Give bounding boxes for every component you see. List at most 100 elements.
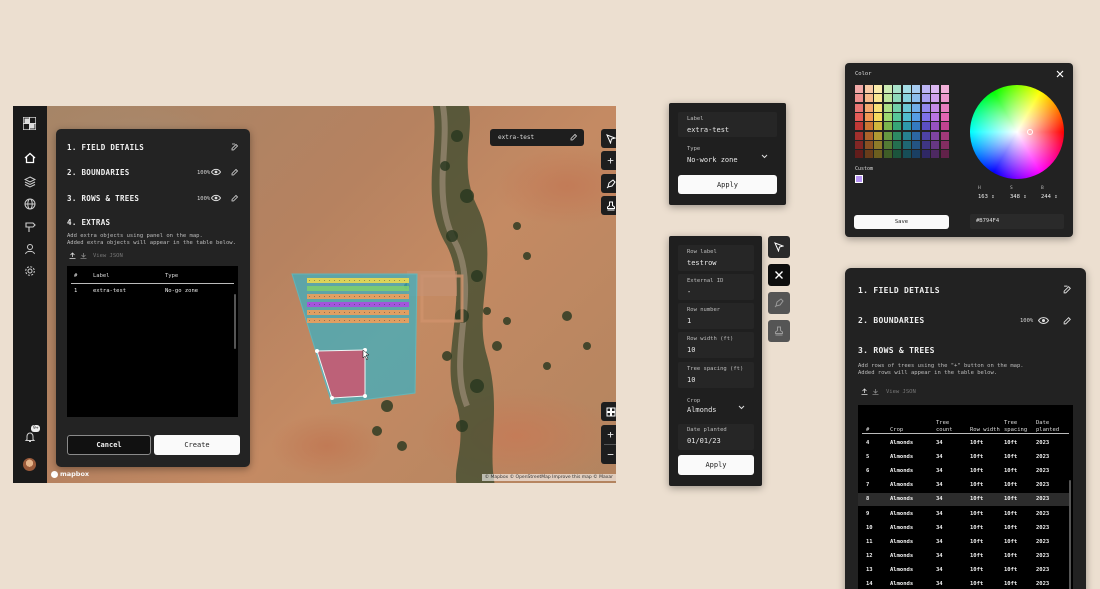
row-form-field[interactable]: Row width (ft) 10: [678, 332, 754, 358]
stamp-tool-button[interactable]: [768, 320, 790, 342]
mapbox-logo[interactable]: mapbox: [51, 470, 89, 478]
apply-button[interactable]: Apply: [678, 175, 777, 194]
color-swatch[interactable]: [864, 85, 873, 93]
signpost-icon[interactable]: [23, 220, 37, 234]
color-swatch[interactable]: [940, 131, 949, 140]
color-swatch[interactable]: [874, 112, 882, 121]
table-row[interactable]: 9 Almonds 34 10ft 10ft 2023: [858, 508, 1069, 521]
color-swatch[interactable]: [893, 103, 901, 112]
color-swatch[interactable]: [921, 85, 930, 93]
color-swatch[interactable]: [940, 85, 949, 93]
view-json-button[interactable]: View JSON: [886, 389, 916, 395]
color-swatch[interactable]: [855, 85, 863, 93]
section-field-details[interactable]: 1. FIELD DETAILS: [67, 143, 144, 152]
add-row-button[interactable]: +: [601, 151, 616, 170]
color-swatch[interactable]: [912, 150, 920, 159]
table-row[interactable]: 5 Almonds 34 10ft 10ft 2023: [858, 451, 1069, 464]
color-swatch[interactable]: [931, 131, 939, 140]
color-swatch[interactable]: [912, 131, 920, 140]
home-icon[interactable]: [23, 151, 37, 165]
pen-tool-button[interactable]: [601, 174, 616, 193]
color-swatch[interactable]: [855, 140, 863, 149]
grid-view-button[interactable]: [601, 402, 616, 421]
table-row[interactable]: 10 Almonds 34 10ft 10ft 2023: [858, 522, 1069, 535]
color-swatch[interactable]: [864, 112, 873, 121]
color-swatch[interactable]: [902, 103, 911, 112]
close-icon[interactable]: [1056, 70, 1064, 78]
color-swatch[interactable]: [921, 140, 930, 149]
color-swatch[interactable]: [931, 103, 939, 112]
section-rows-trees[interactable]: 3. ROWS & TREES: [858, 346, 935, 355]
zoom-in-button[interactable]: +: [601, 425, 616, 444]
select-tool-button[interactable]: [768, 236, 790, 258]
color-swatch[interactable]: [883, 150, 892, 159]
download-icon[interactable]: [80, 252, 87, 259]
pen-tool-button[interactable]: [768, 292, 790, 314]
color-swatch[interactable]: [940, 112, 949, 121]
color-swatch[interactable]: [912, 94, 920, 103]
create-button[interactable]: Create: [154, 435, 240, 455]
download-icon[interactable]: [872, 388, 879, 395]
table-row[interactable]: 7 Almonds 34 10ft 10ft 2023: [858, 479, 1069, 492]
color-swatch[interactable]: [912, 112, 920, 121]
color-swatch[interactable]: [893, 112, 901, 121]
color-swatch[interactable]: [883, 85, 892, 93]
color-swatch[interactable]: [931, 94, 939, 103]
scrollbar[interactable]: [234, 294, 236, 349]
color-swatch[interactable]: [902, 112, 911, 121]
color-swatch[interactable]: [874, 131, 882, 140]
color-swatch[interactable]: [864, 140, 873, 149]
color-swatch[interactable]: [893, 150, 901, 159]
color-swatch[interactable]: [902, 85, 911, 93]
color-swatch[interactable]: [921, 150, 930, 159]
select-tool-button[interactable]: [601, 129, 616, 148]
color-swatch[interactable]: [893, 131, 901, 140]
wheel-handle[interactable]: [1027, 129, 1033, 135]
table-row[interactable]: 1 extra-test No-go zone: [67, 287, 234, 297]
color-swatch[interactable]: [864, 94, 873, 103]
hex-input[interactable]: #B794F4: [970, 214, 1064, 229]
color-swatch[interactable]: [893, 85, 901, 93]
section-field-details[interactable]: 1. FIELD DETAILS: [858, 286, 940, 295]
stamp-tool-button[interactable]: [601, 196, 616, 215]
color-swatch[interactable]: [893, 140, 901, 149]
section-boundaries[interactable]: 2. BOUNDARIES: [858, 316, 925, 325]
hue-input[interactable]: 163 ⇕: [978, 194, 995, 200]
layers-icon[interactable]: [23, 175, 37, 189]
row-form-field[interactable]: External ID -: [678, 274, 754, 300]
color-swatch[interactable]: [902, 150, 911, 159]
color-swatch[interactable]: [902, 94, 911, 103]
brightness-input[interactable]: 244 ⇕: [1041, 194, 1058, 200]
row-form-field[interactable]: Row label testrow: [678, 245, 754, 271]
color-swatch[interactable]: [931, 122, 939, 131]
color-swatch[interactable]: [940, 103, 949, 112]
crop-select[interactable]: Crop Almonds: [678, 395, 754, 421]
section-rows-trees[interactable]: 3. ROWS & TREES: [67, 194, 139, 203]
row-form-field[interactable]: Row number 1: [678, 303, 754, 329]
color-swatch[interactable]: [902, 122, 911, 131]
table-row[interactable]: 8 Almonds 34 10ft 10ft 2023: [858, 493, 1069, 507]
edit-icon[interactable]: [231, 168, 239, 176]
color-swatch[interactable]: [940, 94, 949, 103]
saturation-input[interactable]: 348 ⇕: [1010, 194, 1027, 200]
color-swatch[interactable]: [883, 94, 892, 103]
color-swatch[interactable]: [855, 94, 863, 103]
color-swatch[interactable]: [931, 85, 939, 93]
upload-icon[interactable]: [861, 388, 868, 395]
color-swatch[interactable]: [883, 131, 892, 140]
type-select[interactable]: Type No-work zone: [678, 141, 777, 169]
table-row[interactable]: 12 Almonds 34 10ft 10ft 2023: [858, 550, 1069, 563]
eye-icon[interactable]: [211, 194, 221, 202]
color-swatch[interactable]: [931, 140, 939, 149]
edit-icon[interactable]: [231, 194, 239, 202]
close-tool-button[interactable]: [768, 264, 790, 286]
zoom-out-button[interactable]: −: [601, 445, 616, 464]
table-row[interactable]: 6 Almonds 34 10ft 10ft 2023: [858, 465, 1069, 478]
color-swatch[interactable]: [940, 140, 949, 149]
color-swatch[interactable]: [855, 103, 863, 112]
color-swatch[interactable]: [874, 140, 882, 149]
color-swatch[interactable]: [902, 131, 911, 140]
color-swatch[interactable]: [921, 103, 930, 112]
color-swatch[interactable]: [893, 94, 901, 103]
label-field[interactable]: Label extra-test: [678, 112, 777, 137]
